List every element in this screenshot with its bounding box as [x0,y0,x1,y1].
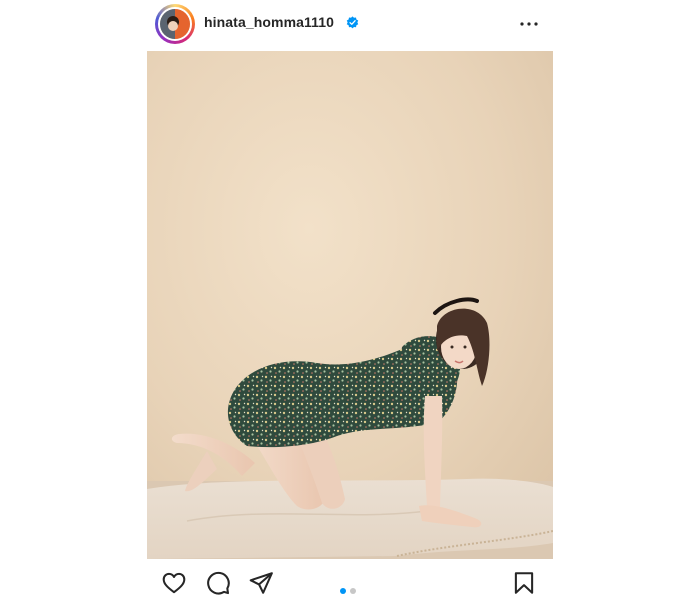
send-icon[interactable] [248,570,274,596]
carousel-indicator [340,581,360,594]
post-header: hinata_homma1110 [147,0,553,48]
carousel-dot-2 [350,588,356,594]
avatar[interactable] [158,7,192,41]
verified-badge-icon [346,16,359,29]
carousel-dot-1 [340,588,346,594]
heart-icon[interactable] [161,570,187,596]
more-options-icon[interactable] [517,12,541,36]
story-ring[interactable] [155,4,195,44]
bookmark-icon[interactable] [511,570,537,596]
username[interactable]: hinata_homma1110 [204,14,334,30]
post-photo[interactable] [147,51,553,559]
instagram-post: hinata_homma1110 [147,0,553,600]
post-actions [147,562,553,600]
comment-icon[interactable] [205,570,231,596]
